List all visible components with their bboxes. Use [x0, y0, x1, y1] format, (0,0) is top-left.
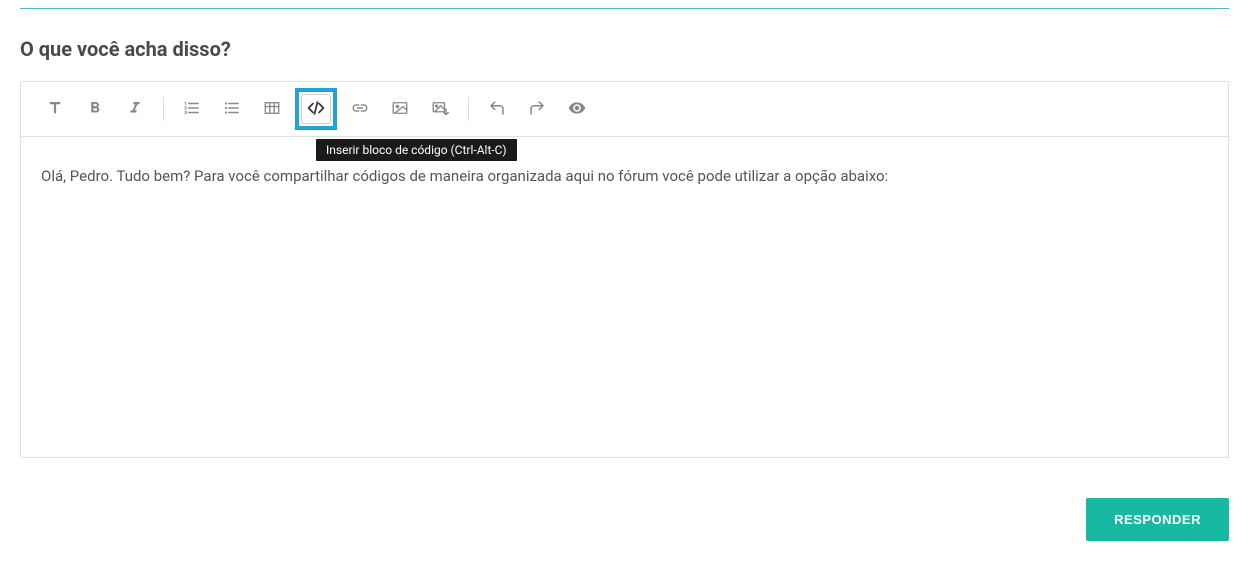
undo-icon: [488, 99, 506, 120]
editor-container: Inserir bloco de código (Ctrl-Alt-C): [20, 81, 1229, 458]
section-title: O que você acha disso?: [20, 37, 1229, 61]
redo-icon: [528, 99, 546, 120]
submit-button[interactable]: RESPONDER: [1086, 498, 1229, 541]
code-block-button[interactable]: [301, 94, 331, 124]
italic-icon: [126, 99, 144, 120]
top-divider: [20, 8, 1229, 9]
eye-icon: [568, 99, 586, 120]
preview-button[interactable]: [562, 94, 592, 124]
link-icon: [351, 99, 369, 120]
code-block-highlight: Inserir bloco de código (Ctrl-Alt-C): [295, 88, 337, 130]
image-button[interactable]: [385, 94, 415, 124]
toolbar: Inserir bloco de código (Ctrl-Alt-C): [21, 82, 1228, 137]
image-icon: [391, 99, 409, 120]
toolbar-separator: [468, 97, 469, 121]
ordered-list-icon: [183, 99, 201, 120]
code-icon: [307, 99, 325, 120]
italic-button[interactable]: [120, 94, 150, 124]
unordered-list-icon: [223, 99, 241, 120]
table-button[interactable]: [257, 94, 287, 124]
bold-icon: [86, 99, 104, 120]
image-upload-icon: [431, 99, 449, 120]
code-block-tooltip: Inserir bloco de código (Ctrl-Alt-C): [316, 139, 517, 161]
text-icon: [46, 99, 64, 120]
footer-actions: RESPONDER: [20, 498, 1229, 541]
toolbar-separator: [163, 97, 164, 121]
redo-button[interactable]: [522, 94, 552, 124]
table-icon: [263, 99, 281, 120]
link-button[interactable]: [345, 94, 375, 124]
image-upload-button[interactable]: [425, 94, 455, 124]
unordered-list-button[interactable]: [217, 94, 247, 124]
bold-button[interactable]: [80, 94, 110, 124]
editor-content[interactable]: Olá, Pedro. Tudo bem? Para você comparti…: [21, 137, 1228, 457]
undo-button[interactable]: [482, 94, 512, 124]
ordered-list-button[interactable]: [177, 94, 207, 124]
text-format-button[interactable]: [40, 94, 70, 124]
